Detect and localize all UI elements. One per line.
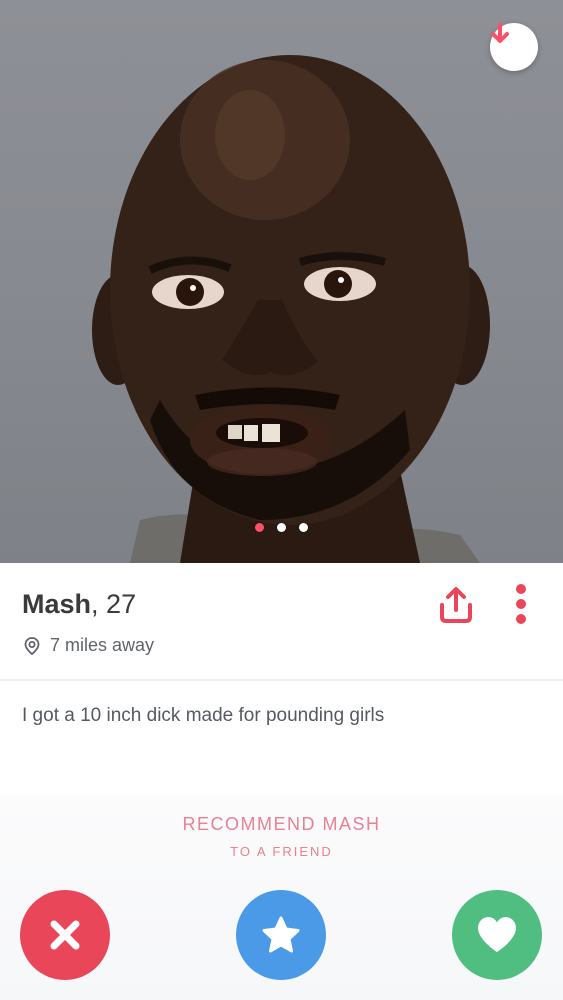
photo-dot-3[interactable] [299, 523, 308, 532]
recommend-button[interactable]: RECOMMEND MASH TO A FRIEND [0, 814, 563, 859]
profile-age: 27 [106, 589, 137, 619]
photo-dot-2[interactable] [277, 523, 286, 532]
profile-card-screen: Mash, 27 7 miles away I got a 10 inch di… [0, 0, 563, 1000]
profile-photo[interactable] [0, 0, 563, 563]
collapse-profile-button[interactable] [490, 23, 538, 71]
location-pin-icon [24, 636, 40, 655]
heart-icon [478, 917, 516, 952]
section-divider [0, 679, 563, 681]
like-button[interactable] [452, 890, 542, 980]
distance-text: 7 miles away [50, 635, 155, 655]
nope-button[interactable] [20, 890, 110, 980]
close-icon [50, 920, 80, 950]
super-like-button[interactable] [236, 890, 326, 980]
profile-info: Mash, 27 7 miles away [0, 563, 563, 680]
share-icon [440, 587, 472, 623]
name-age-heading: Mash, 27 [22, 589, 136, 620]
share-profile-button[interactable] [434, 583, 478, 627]
arrow-down-icon [491, 23, 509, 43]
recommend-subtitle: TO A FRIEND [230, 844, 333, 859]
distance-row: 7 miles away [22, 635, 154, 656]
photo-dot-1[interactable] [255, 523, 264, 532]
star-icon [262, 916, 300, 953]
more-options-button[interactable] [508, 581, 534, 627]
more-vertical-icon [516, 584, 526, 624]
profile-photo-image [92, 55, 490, 563]
profile-bio: I got a 10 inch dick made for pounding g… [22, 705, 385, 726]
profile-name: Mash [22, 589, 92, 619]
photo-pagination [0, 523, 563, 532]
comma-separator: , [91, 589, 107, 619]
recommend-title: RECOMMEND MASH [182, 814, 381, 834]
